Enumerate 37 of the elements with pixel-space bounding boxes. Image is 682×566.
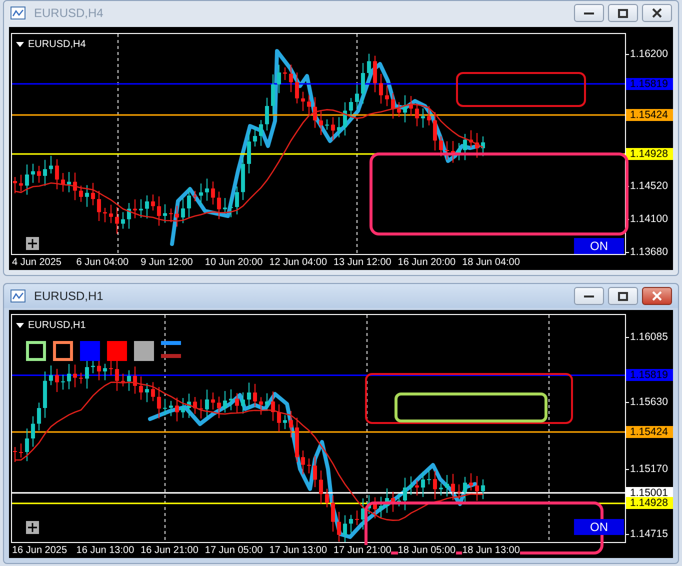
on-toggle-button[interactable]: ON xyxy=(574,238,624,254)
time-axis-label: 6 Jun 04:00 xyxy=(76,257,129,268)
time-axis-label: 16 Jun 21:00 xyxy=(140,545,198,556)
time-axis-label: 16 Jun 20:00 xyxy=(398,257,456,268)
time-axis-label: 17 Jun 13:00 xyxy=(269,545,328,556)
time-axis-label: 16 Jun 2025 xyxy=(12,545,68,556)
time-axis-label: 4 Jun 2025 xyxy=(12,257,62,268)
time-axis-label: 17 Jun 21:00 xyxy=(333,545,392,556)
price-tick-label: 1.16085 xyxy=(630,331,668,344)
price-tick-label: 1.16200 xyxy=(630,48,668,61)
price-level-tag: 1.14928 xyxy=(626,497,673,510)
on-toggle-button[interactable]: ON xyxy=(574,519,624,535)
price-level-tag: 1.15001 xyxy=(626,486,673,499)
price-tick-label: 1.14715 xyxy=(630,528,668,541)
price-tick-label: 1.15170 xyxy=(630,462,668,476)
price-tick-label: 1.15630 xyxy=(630,396,668,410)
symbol-label: EURUSD,H1 xyxy=(28,319,86,333)
time-axis-label: 18 Jun 13:00 xyxy=(462,545,520,556)
price-level-tag: 1.15424 xyxy=(626,426,673,438)
price-level-tag: 1.15819 xyxy=(626,369,673,382)
price-level-tag: 1.15819 xyxy=(626,78,673,90)
window-title: EURUSD,H4 xyxy=(34,5,104,22)
symbol-label: EURUSD,H4 xyxy=(28,38,86,52)
price-level-tag: 1.15424 xyxy=(626,108,673,121)
time-axis-label: 13 Jun 12:00 xyxy=(333,257,392,268)
time-axis-label: 16 Jun 13:00 xyxy=(76,545,134,556)
window-title: EURUSD,H1 xyxy=(34,288,104,305)
price-tick-label: 1.14520 xyxy=(630,180,668,193)
time-axis-label: 18 Jun 04:00 xyxy=(462,257,520,268)
price-level-tag: 1.14928 xyxy=(626,148,673,160)
price-tick-label: 1.13680 xyxy=(630,246,668,259)
price-tick-label: 1.14100 xyxy=(630,213,668,226)
time-axis-label: 18 Jun 05:00 xyxy=(398,545,456,556)
time-axis-label: 9 Jun 12:00 xyxy=(140,257,193,268)
time-axis-label: 10 Jun 20:00 xyxy=(204,257,263,268)
time-axis-label: 12 Jun 04:00 xyxy=(269,257,328,268)
time-axis-label: 17 Jun 05:00 xyxy=(204,545,263,556)
